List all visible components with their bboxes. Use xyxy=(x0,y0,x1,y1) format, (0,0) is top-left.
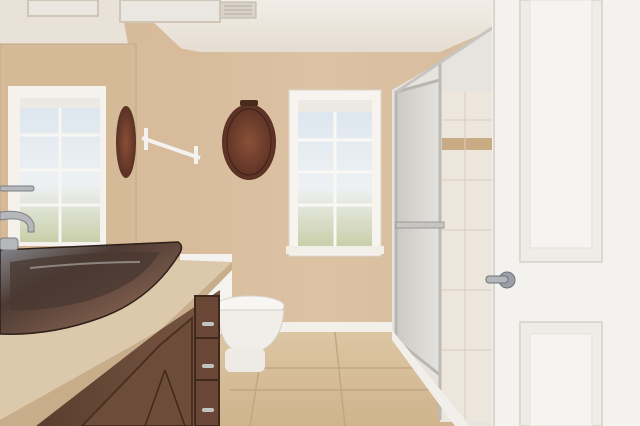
door xyxy=(492,0,640,426)
window-left-reflected xyxy=(8,86,106,246)
ceiling-light-trim xyxy=(119,0,221,23)
wall-basket-left xyxy=(116,106,136,178)
window-center xyxy=(286,89,384,257)
shower-handle xyxy=(395,221,445,229)
mirror-light-trim xyxy=(27,0,99,17)
bathroom-scene xyxy=(0,0,640,426)
bathroom-photo xyxy=(0,0,640,426)
